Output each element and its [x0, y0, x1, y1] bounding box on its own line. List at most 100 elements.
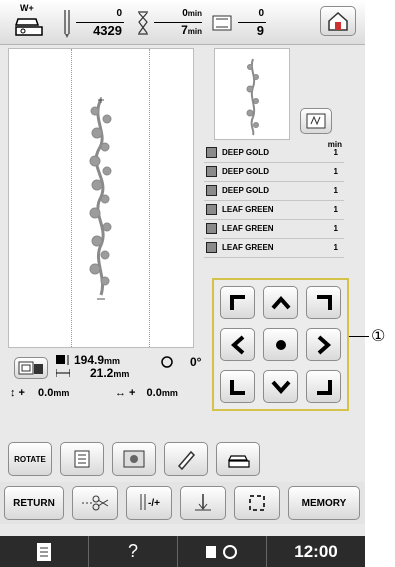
thread-name: DEEP GOLD — [222, 186, 269, 195]
thread-name: DEEP GOLD — [222, 167, 269, 176]
x-offset-unit: mm — [161, 388, 178, 398]
color-counter: 0 9 — [212, 8, 270, 38]
move-arrow-panel — [212, 278, 349, 411]
thread-name: LEAF GREEN — [222, 205, 274, 214]
height-icon — [56, 355, 69, 365]
document-button[interactable] — [0, 536, 89, 567]
thread-color-button[interactable] — [60, 442, 104, 476]
presser-foot-button[interactable] — [216, 442, 260, 476]
center-button[interactable] — [263, 328, 298, 361]
background-icon — [123, 450, 145, 468]
rotate-label: ROTATE — [14, 454, 46, 464]
thread-minutes: 1 — [333, 167, 338, 176]
help-button[interactable]: ? — [89, 536, 178, 567]
time-unit-current: min — [187, 9, 202, 18]
preview-button[interactable] — [300, 108, 332, 134]
arrow-down-left-icon — [229, 379, 245, 395]
x-offset-icon: ↔ + — [115, 387, 136, 399]
x-offset: ↔ + 0.0mm — [115, 387, 178, 399]
status-bar: ? 12:00 — [0, 536, 365, 567]
arrow-down-right-icon — [316, 379, 332, 395]
stitch-total: 4329 — [93, 23, 122, 38]
color-current: 0 — [258, 8, 264, 19]
embroidery-preview[interactable] — [8, 48, 194, 348]
move-down-right-button[interactable] — [306, 370, 341, 403]
move-down-left-button[interactable] — [220, 370, 255, 403]
thread-minutes: 1 — [333, 243, 338, 252]
arrow-up-right-icon — [316, 294, 332, 310]
return-button[interactable]: RETURN — [4, 486, 64, 520]
thread-minutes: 1 — [333, 148, 338, 157]
time-counter: 0min 7min — [136, 8, 206, 38]
scissors-icon — [82, 495, 109, 511]
home-icon — [328, 11, 348, 31]
move-right-button[interactable] — [306, 328, 341, 361]
stitch-current: 0 — [116, 8, 122, 19]
size-info: 194.9mm 0° 21.2mm ↕ + 0.0mm ↔ + 0.0mm — [10, 353, 210, 417]
y-offset-unit: mm — [53, 388, 70, 398]
trial-frame-icon — [249, 495, 265, 511]
thread-spool-icon — [206, 223, 217, 234]
layout-toggle-button[interactable] — [14, 357, 48, 379]
edit-button[interactable] — [164, 442, 208, 476]
x-offset-value: 0.0 — [146, 387, 162, 399]
embroidery-screen: W+ 0 4329 0min 7min 0 9 min DEEP GOLD 1 … — [0, 0, 365, 567]
move-up-left-button[interactable] — [220, 286, 255, 319]
height-unit: mm — [104, 356, 121, 366]
needle-down-button[interactable] — [180, 486, 226, 520]
edit-toolbar: ROTATE — [0, 438, 365, 482]
color-total: 9 — [256, 23, 264, 38]
thread-name: LEAF GREEN — [222, 224, 274, 233]
thread-name: LEAF GREEN — [222, 243, 274, 252]
trial-button[interactable] — [234, 486, 280, 520]
width-value: 21.2 — [90, 366, 114, 380]
thread-name: DEEP GOLD — [222, 148, 269, 157]
presser-foot-icon — [228, 455, 250, 468]
memory-button[interactable]: MEMORY — [288, 486, 360, 520]
preview-icon — [306, 113, 326, 129]
return-label: RETURN — [13, 497, 55, 509]
chevron-down-icon — [271, 380, 290, 394]
time-total: 7 — [181, 23, 188, 37]
spool-icon — [212, 15, 232, 31]
callout-label: ① — [371, 326, 386, 345]
clock-time: 12:00 — [294, 541, 338, 561]
frame-icon — [18, 361, 43, 375]
thread-minutes: 1 — [333, 224, 338, 233]
settings-button[interactable] — [178, 536, 267, 567]
y-offset-icon: ↕ + — [10, 387, 25, 399]
thread-minutes: 1 — [333, 186, 338, 195]
chevron-left-icon — [230, 335, 244, 354]
thread-row: LEAF GREEN 1 — [204, 201, 344, 220]
thread-row: LEAF GREEN 1 — [204, 220, 344, 239]
thread-color-list: min DEEP GOLD 1 DEEP GOLD 1 DEEP GOLD 1 … — [200, 140, 350, 282]
clock: 12:00 — [267, 536, 365, 567]
height-value: 194.9 — [74, 353, 105, 367]
arrow-up-left-icon — [229, 294, 245, 310]
rotate-button[interactable]: ROTATE — [8, 442, 52, 476]
needle-icon — [140, 494, 146, 510]
background-button[interactable] — [112, 442, 156, 476]
needle-icon — [64, 10, 70, 38]
thread-row: DEEP GOLD 1 — [204, 163, 344, 182]
home-button[interactable] — [320, 6, 356, 36]
thumbnail-image — [246, 58, 259, 136]
thread-spool-icon — [206, 147, 217, 158]
thread-spool-icon — [206, 166, 217, 177]
move-up-right-button[interactable] — [306, 286, 341, 319]
thread-row: DEEP GOLD 1 — [204, 144, 344, 163]
thread-cut-button[interactable] — [72, 486, 118, 520]
width-icon — [56, 369, 70, 377]
move-up-button[interactable] — [263, 286, 298, 319]
angle-value: 0° — [190, 355, 202, 369]
width-unit: mm — [113, 369, 130, 379]
embroidery-pattern-image — [89, 97, 112, 300]
needle-position-button[interactable]: -/+ — [126, 486, 172, 520]
thread-spool-icon — [206, 185, 217, 196]
move-left-button[interactable] — [220, 328, 255, 361]
pattern-thumbnail — [214, 48, 290, 140]
y-offset-value: 0.0 — [38, 387, 54, 399]
thread-row: LEAF GREEN 1 — [204, 239, 344, 258]
move-down-button[interactable] — [263, 370, 298, 403]
thread-spool-icon — [206, 242, 217, 253]
